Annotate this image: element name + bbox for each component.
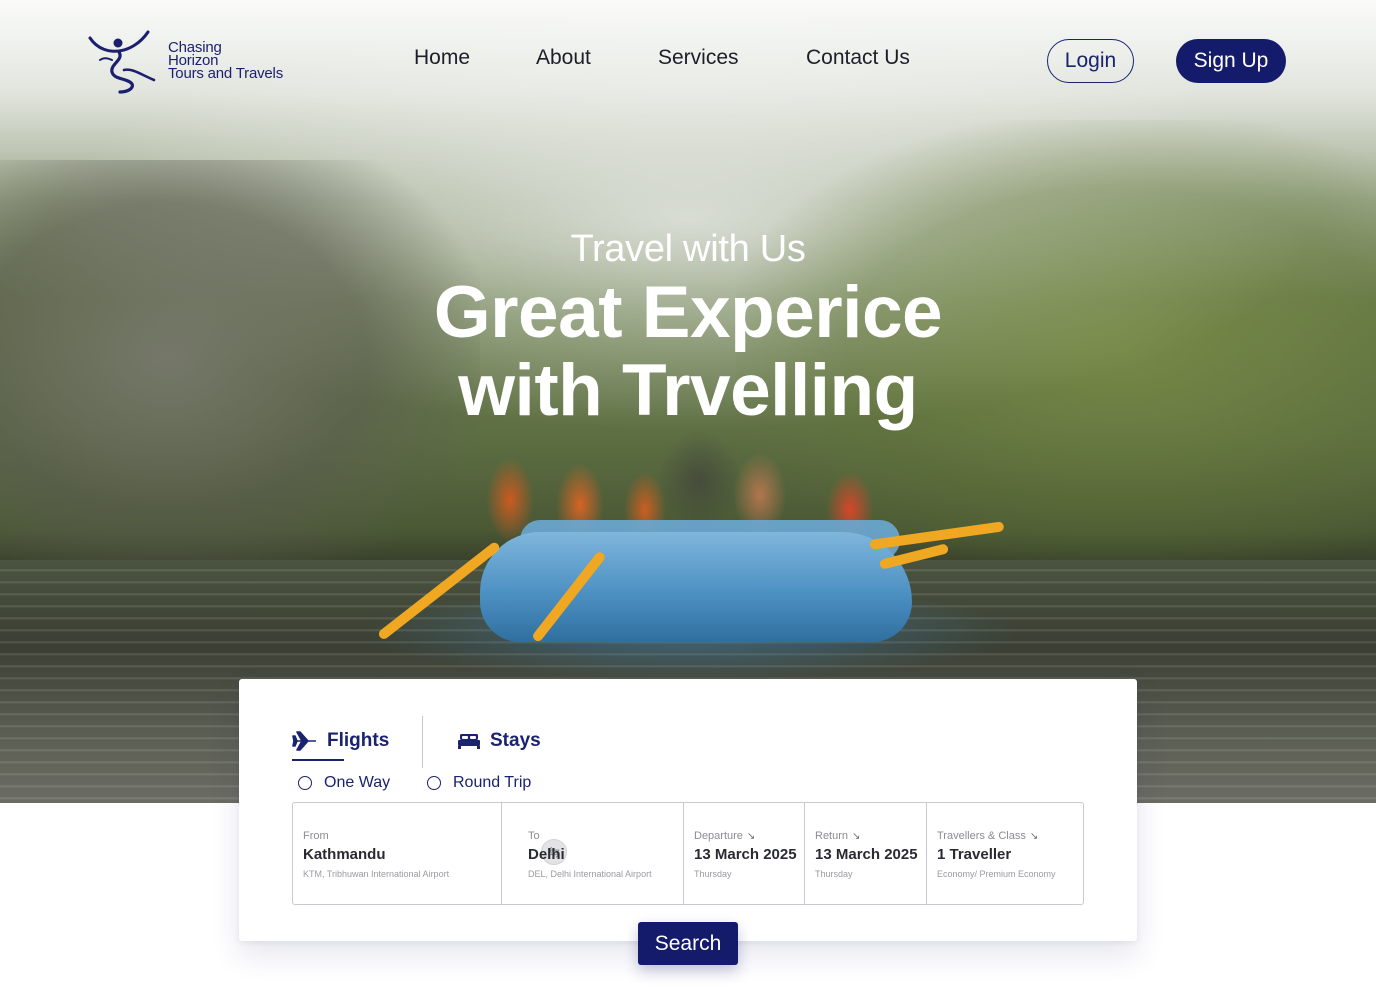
nav-services[interactable]: Services [658, 46, 739, 70]
from-field[interactable]: From Kathmandu KTM, Tribhuwan Internatio… [293, 803, 567, 904]
tab-divider [422, 716, 423, 768]
to-label: To [528, 830, 540, 842]
return-field[interactable]: Return ↘ 13 March 2025 Thursday [804, 803, 926, 904]
travellers-label-row: Travellers & Class ↘ [937, 830, 1073, 842]
hero-headline-line1: Great Experice [433, 272, 943, 353]
round-trip-radio[interactable] [427, 776, 441, 790]
nav-home[interactable]: Home [414, 46, 470, 70]
brand-name-line3: Tours and Travels [168, 65, 283, 82]
hero-headline-line2: with Trvelling [458, 350, 918, 431]
departure-label-row: Departure ↘ [694, 830, 794, 842]
chevron-down-icon: ↘ [1029, 831, 1039, 842]
to-value: Delhi [528, 846, 565, 863]
tab-flights-label: Flights [327, 730, 390, 751]
return-label-row: Return ↘ [815, 830, 916, 842]
search-card: Flights Stays One Way Round Trip From Ka… [239, 679, 1137, 941]
departure-value: 13 March 2025 [694, 846, 797, 863]
signup-button[interactable]: Sign Up [1176, 39, 1286, 83]
tab-flights[interactable]: Flights [292, 723, 389, 759]
hero-subtitle: Travel with Us [570, 228, 806, 270]
airplane-icon [292, 731, 316, 751]
travellers-label: Travellers & Class [937, 830, 1026, 842]
tab-stays-label: Stays [490, 730, 541, 751]
from-label: From [303, 830, 329, 842]
from-airport: KTM, Tribhuwan International Airport [303, 869, 450, 879]
tab-stays[interactable]: Stays [457, 723, 541, 759]
departure-field[interactable]: Departure ↘ 13 March 2025 Thursday [683, 803, 804, 904]
login-button[interactable]: Login [1047, 39, 1134, 83]
return-day: Thursday [815, 869, 853, 879]
return-value: 13 March 2025 [815, 846, 918, 863]
brand-logo[interactable]: Chasing Horizon Tours and Travels [88, 30, 288, 96]
one-way-radio[interactable] [298, 776, 312, 790]
from-value: Kathmandu [303, 846, 386, 863]
travellers-field[interactable]: Travellers & Class ↘ 1 Traveller Economy/… [926, 803, 1083, 904]
hero-headline: Great Experice with Trvelling [0, 274, 1376, 430]
one-way-label: One Way [324, 774, 391, 791]
return-label: Return [815, 830, 849, 842]
chevron-down-icon: ↘ [852, 831, 861, 842]
departure-day: Thursday [694, 869, 732, 879]
nav-about[interactable]: About [536, 46, 591, 70]
search-fields: From Kathmandu KTM, Tribhuwan Internatio… [292, 802, 1084, 905]
trip-round-trip[interactable]: Round Trip [427, 774, 531, 792]
to-airport: DEL, Delhi International Airport [528, 869, 652, 879]
travellers-value: 1 Traveller [937, 846, 1012, 863]
active-tab-indicator [292, 759, 344, 761]
departure-label: Departure [694, 830, 743, 842]
chevron-down-icon: ↘ [746, 831, 756, 842]
travellers-class: Economy/ Premium Economy [937, 869, 1056, 879]
brand-name: Chasing Horizon Tours and Travels [168, 40, 283, 82]
search-button[interactable]: Search [638, 922, 738, 965]
trip-one-way[interactable]: One Way [298, 774, 390, 792]
to-field[interactable]: To Delhi DEL, Delhi International Airpor… [501, 803, 683, 904]
bed-icon [458, 734, 480, 749]
round-trip-label: Round Trip [453, 774, 532, 791]
nav-contact-us[interactable]: Contact Us [806, 46, 910, 70]
dancing-figure-logo-icon [88, 30, 156, 94]
